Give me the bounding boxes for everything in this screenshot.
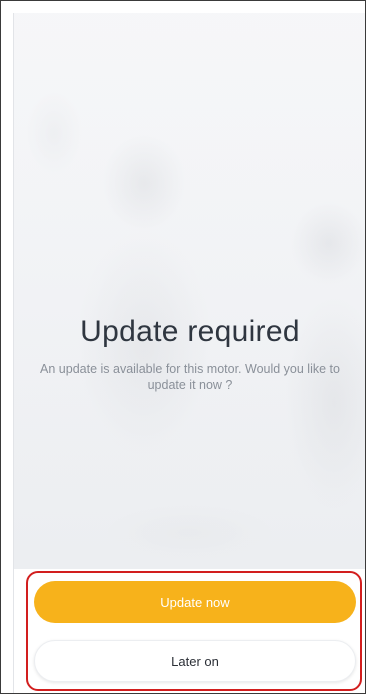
dialog-title: Update required: [80, 315, 300, 348]
update-now-button[interactable]: Update now: [34, 581, 356, 623]
dialog-message: An update is available for this motor. W…: [40, 362, 340, 392]
background-overlay: [14, 13, 365, 569]
update-dialog-content: Update required An update is available f…: [14, 313, 365, 393]
later-on-button[interactable]: Later on: [34, 640, 356, 682]
device-frame: Update required An update is available f…: [0, 0, 366, 694]
